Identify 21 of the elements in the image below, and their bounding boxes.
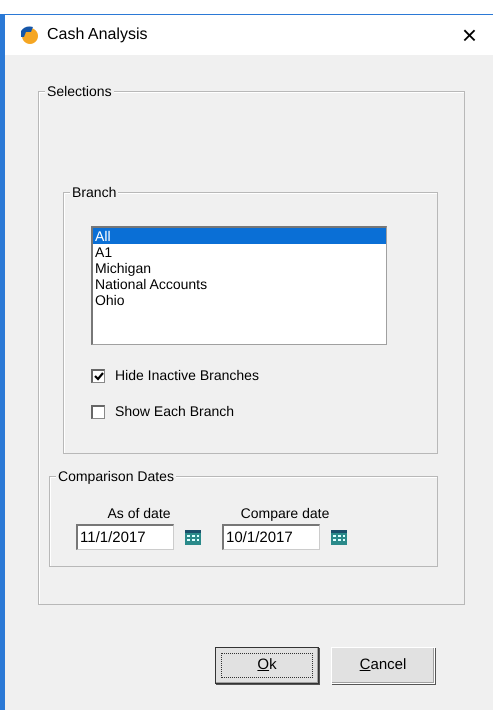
list-item[interactable]: A1	[93, 244, 386, 260]
ok-button[interactable]: Ok	[215, 647, 319, 684]
cancel-button[interactable]: Cancel	[331, 647, 435, 684]
branch-list[interactable]: All A1 Michigan National Accounts Ohio	[91, 226, 387, 345]
checkbox-label: Show Each Branch	[115, 402, 234, 421]
date-field[interactable]: 10/1/2017	[222, 524, 320, 550]
list-item[interactable]: Ohio	[93, 292, 386, 308]
field-label: As of date	[107, 504, 171, 523]
calendar-icon[interactable]	[184, 528, 202, 546]
close-button[interactable]: ×	[456, 22, 483, 48]
date-field[interactable]: 11/1/2017	[76, 524, 174, 550]
app-logo-icon	[19, 25, 39, 45]
checkbox[interactable]	[91, 368, 105, 382]
field-label: Compare date	[240, 504, 330, 523]
checkbox[interactable]	[91, 404, 105, 418]
checkbox-label: Hide Inactive Branches	[115, 366, 259, 385]
calendar-icon[interactable]	[330, 528, 348, 546]
list-item[interactable]: National Accounts	[93, 276, 386, 292]
window-title: Cash Analysis	[47, 25, 148, 45]
list-item[interactable]: All	[93, 228, 386, 244]
list-item[interactable]: Michigan	[93, 260, 386, 276]
